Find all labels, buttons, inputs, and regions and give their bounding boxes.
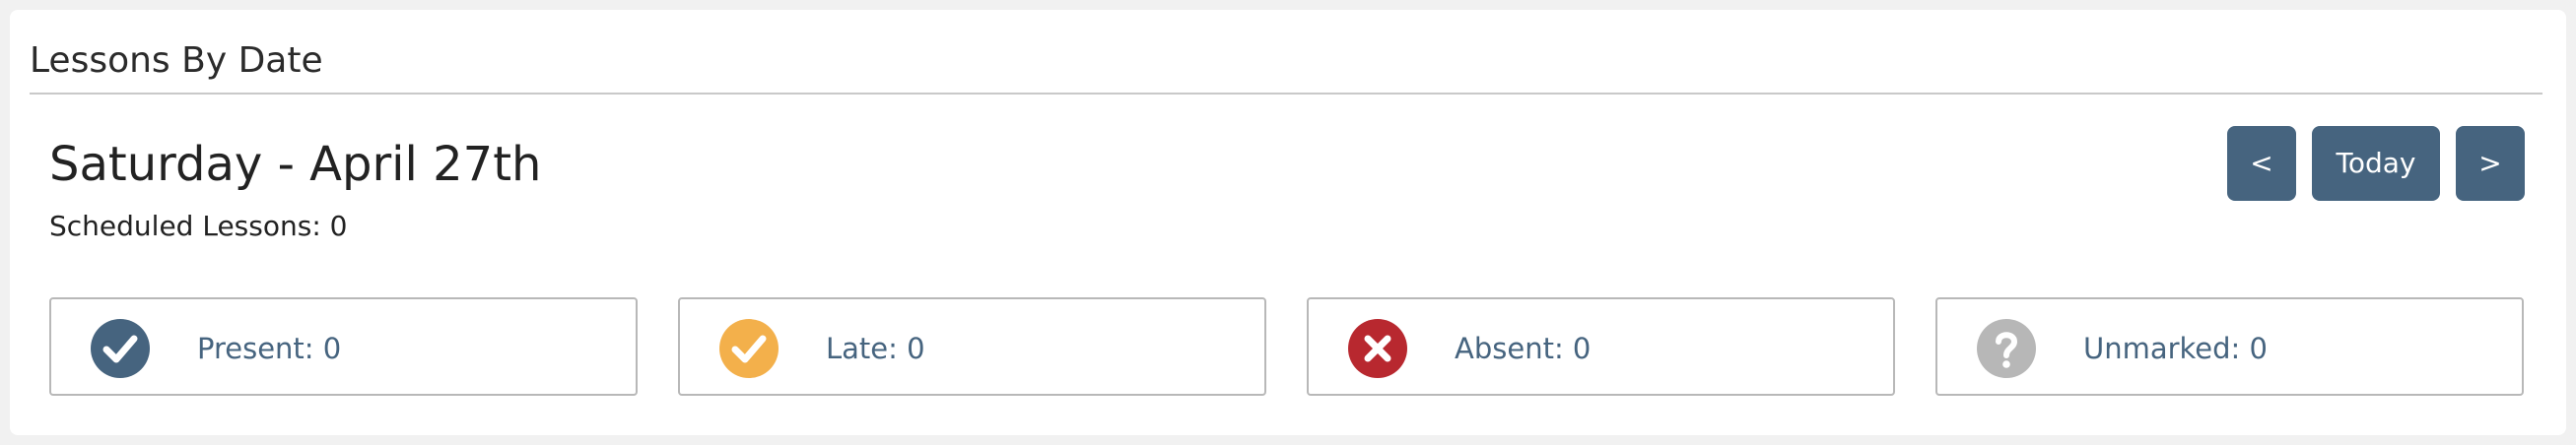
previous-day-button[interactable]: < <box>2227 126 2296 201</box>
present-stat-box: Present: 0 <box>49 297 638 396</box>
absent-x-icon <box>1348 319 1407 378</box>
next-day-button[interactable]: > <box>2456 126 2525 201</box>
section-title: Lessons By Date <box>30 40 323 81</box>
lessons-by-date-card: Lessons By Date Saturday - April 27th Sc… <box>10 10 2566 435</box>
unmarked-question-icon <box>1977 319 2036 378</box>
scheduled-lessons-count: Scheduled Lessons: 0 <box>49 210 348 242</box>
today-button[interactable]: Today <box>2312 126 2440 201</box>
absent-stat-box: Absent: 0 <box>1307 297 1895 396</box>
late-count-label: Late: 0 <box>826 332 925 365</box>
date-heading: Saturday - April 27th <box>49 137 542 192</box>
title-divider <box>30 93 2542 95</box>
present-check-icon <box>91 319 150 378</box>
unmarked-count-label: Unmarked: 0 <box>2083 332 2268 365</box>
absent-count-label: Absent: 0 <box>1455 332 1592 365</box>
unmarked-stat-box: Unmarked: 0 <box>1935 297 2524 396</box>
late-stat-box: Late: 0 <box>678 297 1266 396</box>
late-check-icon <box>719 319 779 378</box>
present-count-label: Present: 0 <box>197 332 342 365</box>
